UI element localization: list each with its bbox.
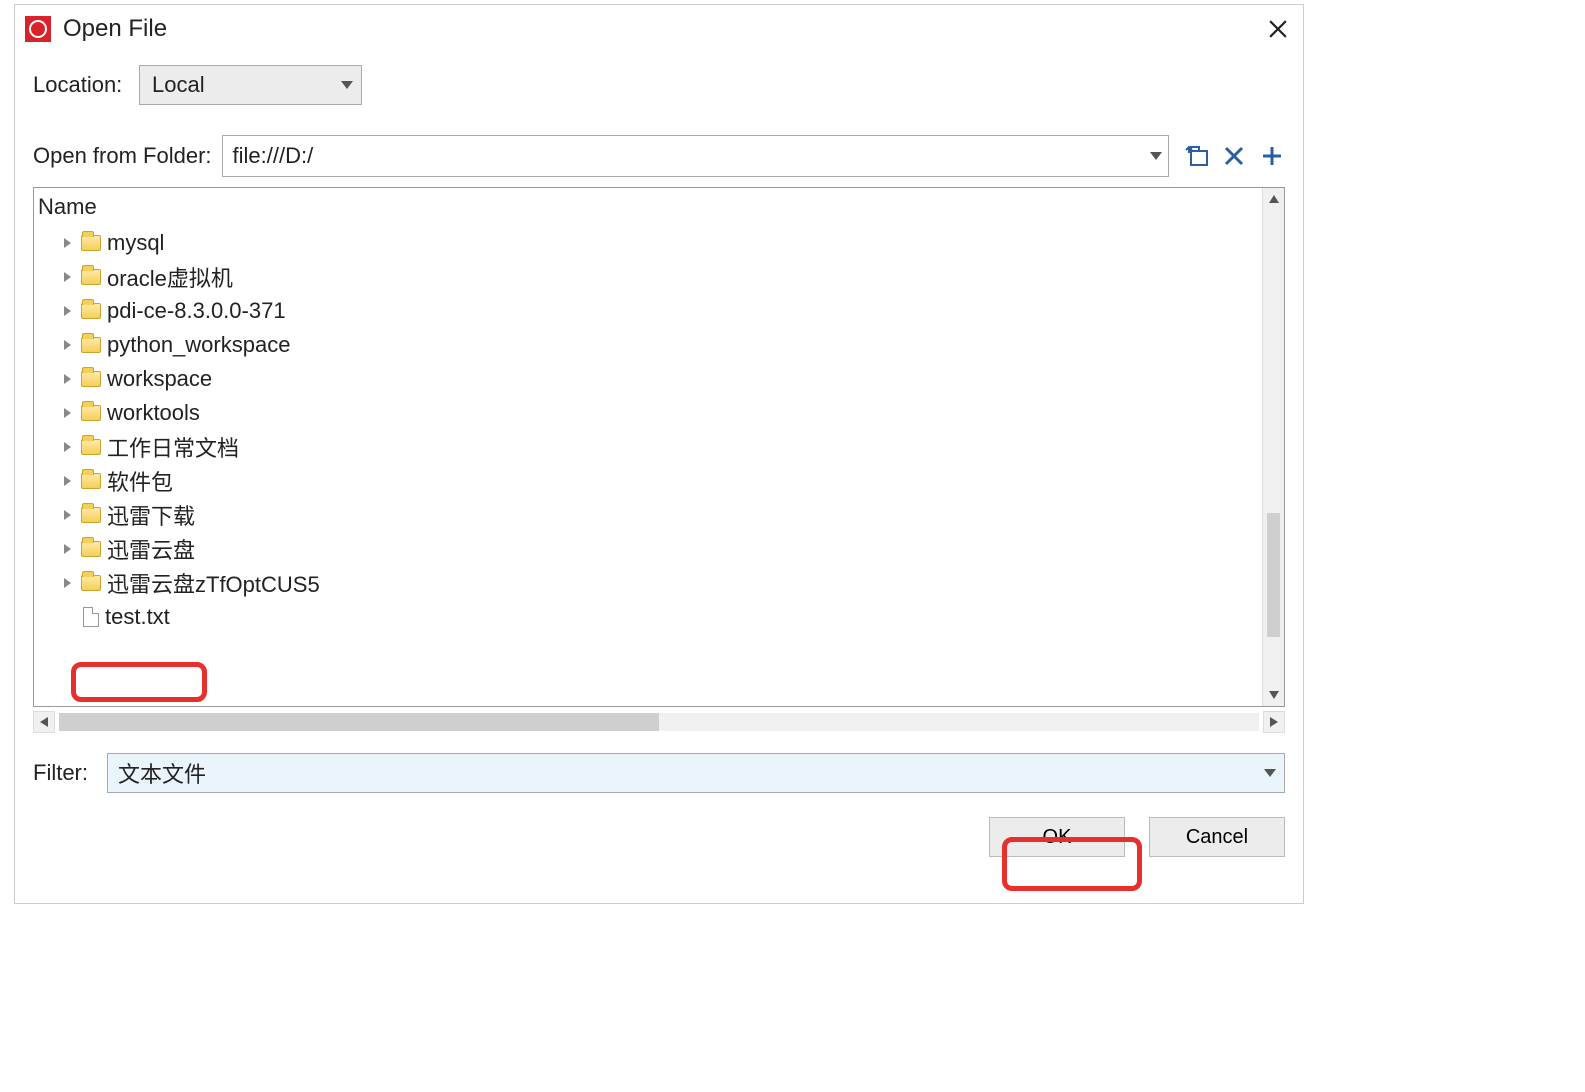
file-icon <box>83 607 99 627</box>
expand-chevron-icon[interactable] <box>64 408 71 418</box>
horizontal-scrollbar[interactable] <box>59 713 1259 731</box>
close-icon[interactable] <box>1263 14 1293 44</box>
folder-item[interactable]: workspace <box>64 362 1262 396</box>
cancel-button[interactable]: Cancel <box>1149 817 1285 857</box>
filter-label: Filter: <box>33 760 107 786</box>
delete-icon[interactable] <box>1221 143 1247 169</box>
folder-icon <box>81 439 101 455</box>
expand-chevron-icon[interactable] <box>64 374 71 384</box>
folder-icon <box>81 575 101 591</box>
folder-item[interactable]: python_workspace <box>64 328 1262 362</box>
app-icon <box>25 16 51 42</box>
folder-icon <box>81 371 101 387</box>
column-header-name[interactable]: Name <box>34 188 1262 224</box>
add-icon[interactable] <box>1259 143 1285 169</box>
location-label: Location: <box>33 72 139 98</box>
filter-value: 文本文件 <box>118 757 206 789</box>
folder-item[interactable]: oracle虚拟机 <box>64 260 1262 294</box>
chevron-down-icon <box>1150 152 1162 160</box>
folder-icon <box>81 541 101 557</box>
folder-icon <box>81 269 101 285</box>
scroll-left-icon[interactable] <box>33 711 55 733</box>
folder-icon <box>81 473 101 489</box>
folder-item[interactable]: 迅雷下载 <box>64 498 1262 532</box>
folder-item[interactable]: 迅雷云盘 <box>64 532 1262 566</box>
item-label: oracle虚拟机 <box>107 261 233 293</box>
folder-item[interactable]: worktools <box>64 396 1262 430</box>
open-file-dialog: Open File Location: Local Open from Fold… <box>14 4 1304 904</box>
item-label: 软件包 <box>107 465 173 497</box>
scroll-thumb[interactable] <box>1267 513 1280 636</box>
expand-chevron-icon[interactable] <box>64 340 71 350</box>
vertical-scrollbar[interactable] <box>1262 188 1284 706</box>
item-label: workspace <box>107 366 212 392</box>
ok-button[interactable]: OK <box>989 817 1125 857</box>
expand-chevron-icon[interactable] <box>64 442 71 452</box>
expand-chevron-icon[interactable] <box>64 272 71 282</box>
folder-item[interactable]: 工作日常文档 <box>64 430 1262 464</box>
chevron-down-icon <box>1264 769 1276 777</box>
file-item[interactable]: test.txt <box>64 600 1262 634</box>
hscroll-thumb[interactable] <box>59 713 659 731</box>
expand-chevron-icon[interactable] <box>64 578 71 588</box>
item-label: 工作日常文档 <box>107 431 239 463</box>
window-title: Open File <box>63 15 167 43</box>
expand-chevron-icon[interactable] <box>64 476 71 486</box>
item-label: 迅雷云盘 <box>107 533 195 565</box>
item-label: mysql <box>107 230 164 256</box>
up-folder-icon[interactable] <box>1183 143 1209 169</box>
location-value: Local <box>152 72 205 98</box>
folder-path-value: file:///D:/ <box>233 143 314 169</box>
folder-item[interactable]: 迅雷云盘zTfOptCUS5 <box>64 566 1262 600</box>
expand-chevron-icon[interactable] <box>64 544 71 554</box>
folder-item[interactable]: pdi-ce-8.3.0.0-371 <box>64 294 1262 328</box>
item-label: 迅雷下载 <box>107 499 195 531</box>
expand-chevron-icon[interactable] <box>64 510 71 520</box>
scroll-up-icon[interactable] <box>1263 188 1284 210</box>
folder-icon <box>81 507 101 523</box>
open-from-folder-label: Open from Folder: <box>33 143 212 169</box>
expand-chevron-icon[interactable] <box>64 238 71 248</box>
item-label: python_workspace <box>107 332 290 358</box>
folder-item[interactable]: mysql <box>64 226 1262 260</box>
folder-icon <box>81 235 101 251</box>
titlebar: Open File <box>15 5 1303 53</box>
chevron-down-icon <box>341 81 353 89</box>
file-browser: Name mysql oracle虚拟机 pdi-ce-8.3.0.0-371 pyt… <box>33 187 1285 707</box>
scroll-right-icon[interactable] <box>1263 711 1285 733</box>
location-select[interactable]: Local <box>139 65 362 105</box>
item-label: 迅雷云盘zTfOptCUS5 <box>107 567 320 599</box>
folder-item[interactable]: 软件包 <box>64 464 1262 498</box>
folder-icon <box>81 303 101 319</box>
folder-path-input[interactable]: file:///D:/ <box>222 135 1169 177</box>
filter-select[interactable]: 文本文件 <box>107 753 1285 793</box>
folder-icon <box>81 405 101 421</box>
folder-icon <box>81 337 101 353</box>
item-label: test.txt <box>105 604 170 630</box>
scroll-down-icon[interactable] <box>1263 684 1284 706</box>
item-label: worktools <box>107 400 200 426</box>
expand-chevron-icon[interactable] <box>64 306 71 316</box>
item-label: pdi-ce-8.3.0.0-371 <box>107 298 286 324</box>
